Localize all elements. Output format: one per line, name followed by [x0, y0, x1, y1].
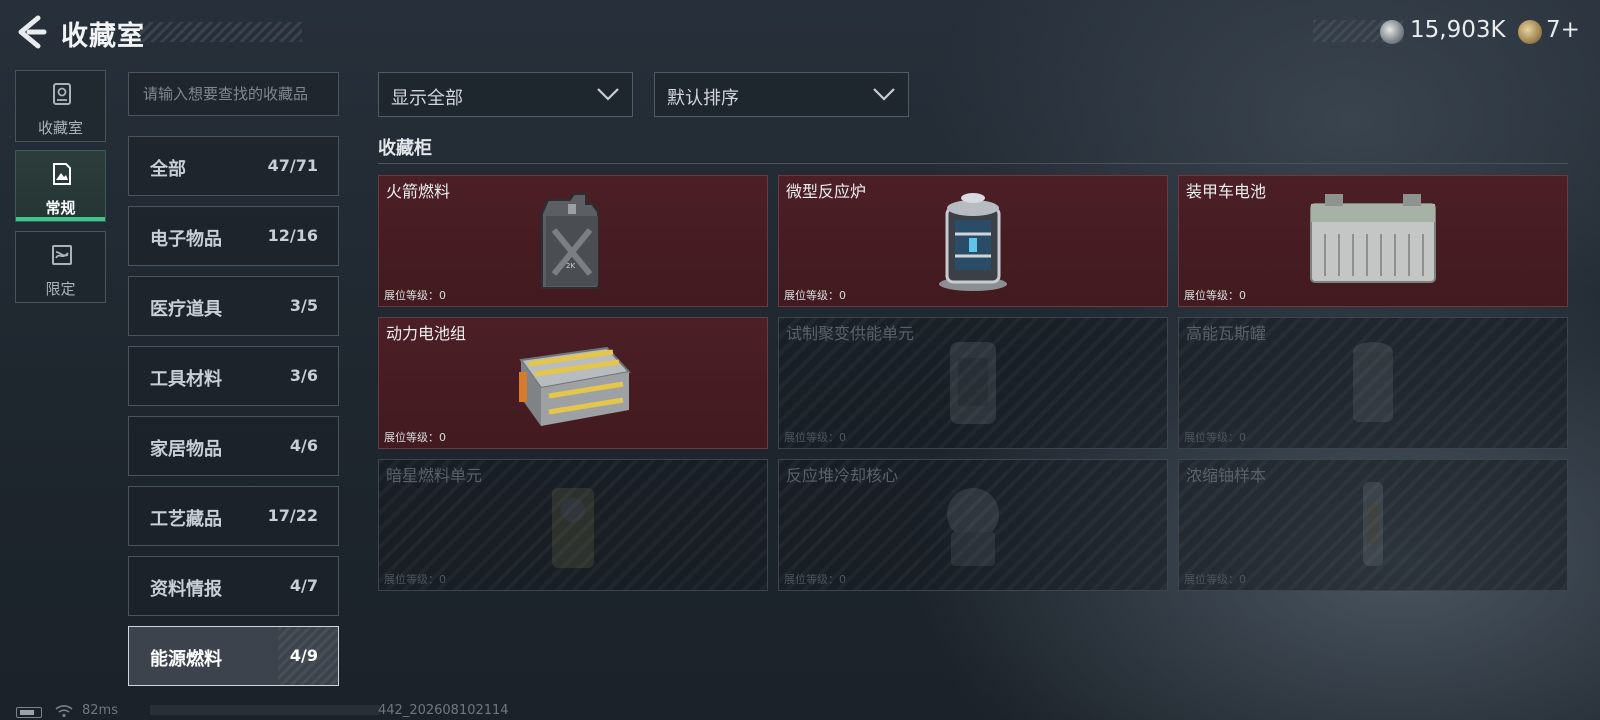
- item-name: 暗星燃料单元: [386, 466, 483, 485]
- category-count: 3/5: [289, 296, 318, 315]
- section-divider: [378, 163, 1568, 164]
- battery-pack-icon: [519, 346, 631, 426]
- category-count: 4/6: [289, 436, 318, 455]
- item-level: 展位等级：0: [1184, 289, 1246, 302]
- item-name: 浓缩铀样本: [1186, 466, 1267, 485]
- limited-icon: [52, 245, 72, 265]
- category-count: 12/16: [267, 226, 318, 245]
- regular-icon: [53, 163, 71, 185]
- category-count: 4/7: [289, 576, 318, 595]
- side-tab-collection-room[interactable]: 收藏室: [15, 70, 106, 142]
- side-tab-regular[interactable]: 常规: [15, 150, 106, 222]
- collection-item-gas-tank[interactable]: 高能瓦斯罐 展位等级：0: [1178, 317, 1568, 449]
- battery-icon: [16, 707, 42, 718]
- collection-item-fusion-unit[interactable]: 试制聚变供能单元 展位等级：0: [778, 317, 1168, 449]
- category-intel[interactable]: 资料情报 4/7: [128, 556, 339, 616]
- active-tab-indicator: [16, 217, 105, 221]
- build-id: 442_202608102114: [378, 703, 509, 718]
- uranium-sample-icon: [1363, 482, 1383, 566]
- collection-item-vehicle-battery[interactable]: 装甲车电池 展位等级：0: [1178, 175, 1568, 307]
- collection-item-uranium-sample[interactable]: 浓缩铀样本 展位等级：0: [1178, 459, 1568, 591]
- gas-tank-icon: [1353, 342, 1393, 422]
- search-input[interactable]: [128, 72, 339, 116]
- category-count: 17/22: [267, 506, 318, 525]
- item-level: 展位等级：0: [384, 289, 446, 302]
- category-name: 全部: [150, 159, 186, 180]
- category-name: 能源燃料: [150, 649, 222, 670]
- category-name: 资料情报: [150, 579, 222, 600]
- sort-dropdown-value: 默认排序: [667, 88, 739, 109]
- category-energy-fuel[interactable]: 能源燃料 4/9: [128, 626, 339, 686]
- category-name: 家居物品: [150, 439, 222, 460]
- side-tab-label: 常规: [45, 199, 76, 217]
- back-arrow-icon: [18, 15, 47, 49]
- item-level: 展位等级：0: [1184, 431, 1246, 444]
- item-name: 高能瓦斯罐: [1186, 324, 1267, 343]
- category-name: 工具材料: [150, 369, 222, 390]
- collection-item-battery-pack[interactable]: 动力电池组 展位等级：0: [378, 317, 768, 449]
- item-level: 展位等级：0: [384, 573, 446, 586]
- page-title: 收藏室: [61, 21, 145, 52]
- item-name: 装甲车电池: [1186, 182, 1267, 201]
- wifi-icon: [55, 705, 73, 718]
- darkstar-fuel-icon: [552, 488, 594, 568]
- category-household[interactable]: 家居物品 4/6: [128, 416, 339, 476]
- chevron-down-icon: [597, 88, 619, 101]
- item-level: 展位等级：0: [784, 289, 846, 302]
- back-button[interactable]: [14, 14, 48, 50]
- filter-dropdown-value: 显示全部: [391, 88, 463, 109]
- sort-dropdown[interactable]: 默认排序: [654, 72, 909, 117]
- category-crafts[interactable]: 工艺藏品 17/22: [128, 486, 339, 546]
- item-level: 展位等级：0: [384, 431, 446, 444]
- side-tab-label: 收藏室: [37, 119, 83, 137]
- title-decoration: [140, 22, 302, 42]
- item-level: 展位等级：0: [784, 431, 846, 444]
- gold-ticket-icon: [1518, 20, 1542, 44]
- filter-dropdown[interactable]: 显示全部: [378, 72, 633, 117]
- category-count: 4/9: [289, 646, 318, 665]
- category-all[interactable]: 全部 47/71: [128, 136, 339, 196]
- chevron-down-icon: [873, 88, 895, 101]
- category-medical[interactable]: 医疗道具 3/5: [128, 276, 339, 336]
- item-name: 反应堆冷却核心: [786, 466, 899, 485]
- side-tab-limited[interactable]: 限定: [15, 231, 106, 303]
- reactor-core-icon: [947, 488, 999, 566]
- category-tools[interactable]: 工具材料 3/6: [128, 346, 339, 406]
- category-count: 3/6: [289, 366, 318, 385]
- item-level: 展位等级：0: [784, 573, 846, 586]
- coin-balance[interactable]: 15,903K: [1410, 17, 1506, 43]
- vehicle-battery-icon: [1310, 194, 1436, 283]
- category-name: 工艺藏品: [150, 509, 222, 530]
- item-name: 动力电池组: [386, 324, 467, 343]
- redacted-info: [150, 705, 380, 715]
- item-level: 展位等级：0: [1184, 573, 1246, 586]
- category-electronics[interactable]: 电子物品 12/16: [128, 206, 339, 266]
- collection-room-icon: [53, 83, 71, 105]
- category-name: 医疗道具: [150, 299, 222, 320]
- section-title: 收藏柜: [378, 138, 432, 159]
- collection-item-reactor-core[interactable]: 反应堆冷却核心 展位等级：0: [778, 459, 1168, 591]
- category-count: 47/71: [267, 156, 318, 175]
- collection-item-rocket-fuel[interactable]: 2K 火箭燃料 展位等级：0: [378, 175, 768, 307]
- svg-text:2K: 2K: [566, 262, 575, 270]
- ping-readout: 82ms: [82, 703, 118, 718]
- category-name: 电子物品: [150, 229, 222, 250]
- item-name: 微型反应炉: [786, 182, 867, 201]
- ticket-balance[interactable]: 7+: [1546, 17, 1580, 43]
- micro-reactor-icon: [939, 193, 1007, 291]
- fuel-jerrycan-icon: 2K: [541, 193, 599, 289]
- item-name: 试制聚变供能单元: [786, 324, 915, 343]
- side-tab-label: 限定: [45, 280, 76, 298]
- collection-item-micro-reactor[interactable]: 微型反应炉 展位等级：0: [778, 175, 1168, 307]
- fusion-unit-icon: [950, 342, 996, 424]
- item-name: 火箭燃料: [386, 182, 451, 201]
- silver-coin-icon: [1380, 20, 1404, 44]
- top-bar: 收藏室 15,903K 7+: [0, 0, 1600, 64]
- collection-item-darkstar-fuel[interactable]: 暗星燃料单元 展位等级：0: [378, 459, 768, 591]
